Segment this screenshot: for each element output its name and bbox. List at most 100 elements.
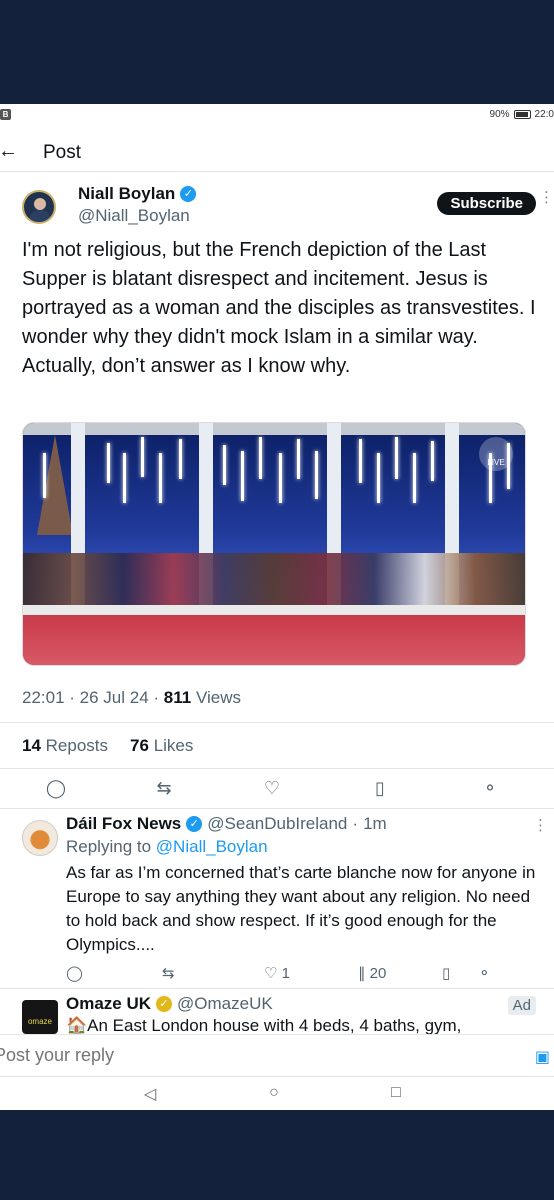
phone-screen: B 90% 22:0 ← Post Niall Boylan ✓ @Niall_…	[0, 104, 554, 1110]
media-light	[297, 439, 300, 479]
system-nav-bar: ◁ ○ □	[0, 1076, 554, 1110]
more-options-icon[interactable]: ⋮	[533, 816, 548, 834]
reply-text: As far as I’m concerned that’s carte bla…	[66, 863, 536, 954]
ad-badge: Ad	[507, 996, 536, 1015]
tweet-action-bar: ◯ ⇆ ♡ ▯ ⚬	[0, 776, 554, 808]
divider	[0, 768, 554, 769]
subscribe-button[interactable]: Subscribe	[437, 192, 536, 215]
media-light	[377, 453, 380, 503]
heart-icon[interactable]: ♡	[260, 778, 284, 799]
author-name-row[interactable]: Niall Boylan ✓	[78, 184, 197, 204]
reply-input[interactable]	[0, 1045, 226, 1066]
verified-gold-badge-icon: ✓	[156, 996, 173, 1012]
media-light	[413, 453, 416, 503]
promoted-tweet[interactable]: omaze Omaze UK ✓ @OmazeUK Ad 🏠An East Lo…	[22, 994, 542, 1034]
status-bar: B 90% 22:0	[0, 104, 554, 126]
ad-logo[interactable]: omaze	[22, 1000, 58, 1034]
reposts-count: 14	[22, 736, 41, 755]
reposts-label: Reposts	[45, 736, 109, 755]
media-light	[179, 439, 182, 479]
tweet-date[interactable]: 26 Jul 24	[80, 688, 149, 707]
live-badge: LIVE	[479, 437, 513, 471]
like-action[interactable]: ♡ 1	[264, 964, 290, 982]
repost-icon[interactable]: ⇆	[152, 778, 176, 799]
ad-text: 🏠An East London house with 4 beds, 4 bat…	[66, 1016, 462, 1034]
divider	[0, 988, 554, 989]
verified-badge-icon: ✓	[186, 816, 203, 832]
reply-author-name[interactable]: Dáil Fox News	[66, 814, 181, 834]
reply-time: 1m	[363, 814, 387, 833]
tweet-media-image[interactable]: LIVE	[22, 422, 526, 666]
media-light	[223, 445, 226, 485]
ad-header: Omaze UK ✓ @OmazeUK	[66, 994, 273, 1014]
reply-action-bar: ◯ ⇆ ♡ 1 ∥ 20 ▯ ⚬	[66, 964, 526, 984]
views-action[interactable]: ∥ 20	[358, 964, 386, 982]
share-icon[interactable]: ⚬	[478, 964, 491, 982]
page-title: Post	[43, 142, 82, 163]
camera-icon[interactable]: ▣	[535, 1047, 550, 1067]
reply-composer: ▣	[0, 1034, 554, 1074]
likes-stat[interactable]: 76 Likes	[130, 736, 193, 756]
views-label: Views	[195, 688, 241, 707]
nav-home-icon[interactable]: ○	[264, 1084, 284, 1102]
more-options-icon[interactable]: ⋮	[539, 188, 554, 206]
media-light	[123, 453, 126, 503]
divider	[0, 808, 554, 809]
tweet-text: I'm not religious, but the French depict…	[22, 239, 536, 377]
ad-author-name[interactable]: Omaze UK	[66, 994, 151, 1014]
likes-count: 76	[130, 736, 149, 755]
media-light	[279, 453, 282, 503]
author-handle[interactable]: @Niall_Boylan	[78, 206, 190, 226]
reply-tweet[interactable]: Dáil Fox News ✓ @SeanDubIreland · 1m ⋮ R…	[22, 814, 548, 984]
reply-avatar[interactable]	[22, 820, 58, 856]
tweet-time[interactable]: 22:01	[22, 688, 65, 707]
analytics-icon: ∥	[358, 965, 366, 982]
author-avatar[interactable]	[22, 190, 56, 224]
media-light	[159, 453, 162, 503]
nav-recents-icon[interactable]: □	[386, 1084, 406, 1102]
tweet-stats: 14 Reposts 76 Likes	[22, 736, 193, 756]
tweet-meta: 22:01 · 26 Jul 24 · 811 Views	[22, 688, 241, 707]
reply-likes-count: 1	[281, 965, 290, 982]
nav-back-icon[interactable]: ◁	[140, 1084, 160, 1104]
replying-to: Replying to @Niall_Boylan	[66, 837, 268, 857]
media-light	[259, 437, 262, 479]
media-light	[315, 451, 318, 499]
media-light	[431, 441, 434, 481]
battery-percent: 90%	[489, 109, 510, 120]
media-light	[107, 443, 110, 483]
likes-label: Likes	[153, 736, 194, 755]
app-notification-icon: B	[0, 109, 11, 120]
media-light	[241, 451, 244, 501]
back-arrow-icon[interactable]: ←	[0, 140, 18, 163]
media-performers	[23, 553, 525, 613]
bookmark-icon[interactable]: ▯	[368, 778, 392, 799]
status-time: 22:0	[534, 109, 554, 120]
heart-icon: ♡	[264, 965, 278, 982]
author-name[interactable]: Niall Boylan	[78, 184, 175, 204]
reposts-stat[interactable]: 14 Reposts	[22, 736, 108, 756]
share-icon[interactable]: ⚬	[478, 778, 502, 799]
comment-icon[interactable]: ◯	[44, 778, 68, 799]
media-table	[23, 615, 525, 665]
repost-icon[interactable]: ⇆	[162, 964, 175, 982]
replying-to-handle[interactable]: @Niall_Boylan	[156, 837, 268, 856]
tweet-author: Niall Boylan ✓ @Niall_Boylan Subscribe ⋮	[22, 184, 554, 234]
comment-icon[interactable]: ◯	[66, 964, 83, 982]
media-light	[359, 439, 362, 483]
media-table-top	[23, 605, 525, 615]
verified-badge-icon: ✓	[180, 186, 197, 202]
separator: ·	[352, 814, 359, 833]
reply-author-handle[interactable]: @SeanDubIreland	[207, 814, 347, 834]
divider	[0, 722, 554, 723]
ad-author-handle[interactable]: @OmazeUK	[177, 994, 273, 1014]
battery-icon	[513, 110, 531, 119]
media-light	[43, 453, 46, 498]
media-light	[141, 437, 144, 477]
replying-to-label: Replying to	[66, 837, 152, 856]
bookmark-icon[interactable]: ▯	[442, 964, 450, 982]
reply-views-count: 20	[369, 965, 387, 982]
views-count: 811	[163, 688, 192, 707]
status-right: 90% 22:0	[490, 109, 554, 120]
reply-header: Dáil Fox News ✓ @SeanDubIreland · 1m	[66, 814, 387, 834]
